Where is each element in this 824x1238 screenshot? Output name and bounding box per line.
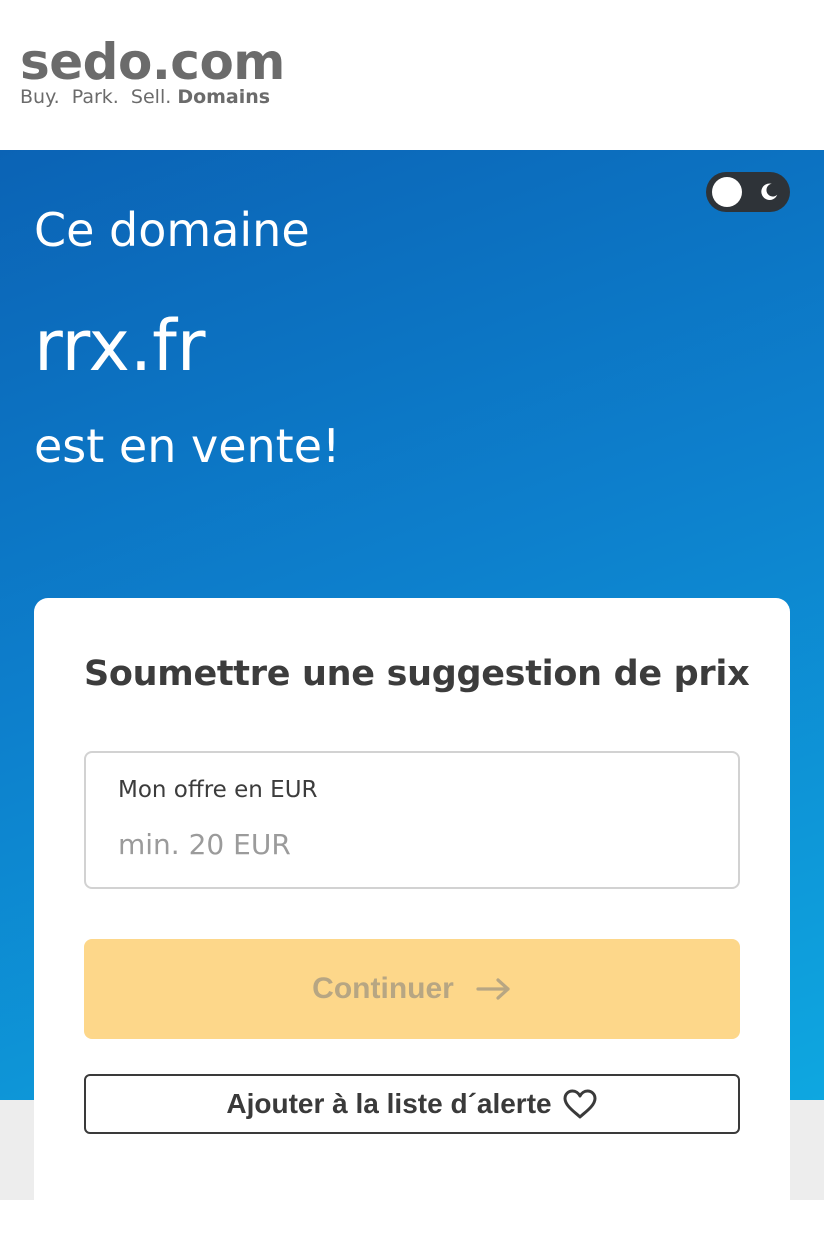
tagline-bold: Domains	[177, 86, 271, 108]
sedo-logo[interactable]: sedo.com Buy. Park. Sell. Domains	[20, 36, 320, 108]
hero-heading-suffix: est en vente!	[34, 419, 341, 473]
continue-button-label: Continuer	[312, 972, 454, 1005]
moon-icon	[761, 183, 778, 200]
offer-card-title: Soumettre une suggestion de prix	[84, 654, 750, 694]
site-header: sedo.com Buy. Park. Sell. Domains	[0, 0, 824, 150]
offer-field[interactable]: Mon offre en EUR	[84, 751, 740, 889]
theme-toggle[interactable]	[706, 172, 790, 212]
continue-button[interactable]: Continuer	[84, 939, 740, 1039]
logo-wordmark: sedo.com	[20, 33, 285, 91]
domain-name: rrx.fr	[34, 305, 206, 387]
offer-field-label: Mon offre en EUR	[118, 777, 318, 803]
heart-icon	[563, 1089, 597, 1119]
sun-knob-icon	[712, 177, 742, 207]
hero-heading-prefix: Ce domaine	[34, 203, 310, 257]
tagline-regular: Buy. Park. Sell.	[20, 86, 172, 108]
arrow-right-icon	[476, 978, 510, 1000]
watchlist-button-label: Ajouter à la liste d´alerte	[226, 1088, 552, 1119]
offer-card: Soumettre une suggestion de prix Mon off…	[34, 598, 790, 1238]
add-to-watchlist-button[interactable]: Ajouter à la liste d´alerte	[84, 1074, 740, 1134]
offer-amount-input[interactable]	[118, 823, 698, 865]
